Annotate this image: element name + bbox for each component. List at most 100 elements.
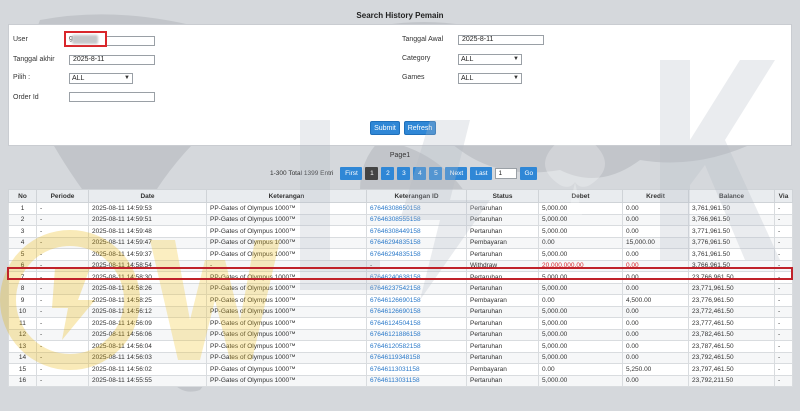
col-balance-cell: 3,766,961.50 (688, 213, 775, 226)
col-balance-cell: 3,766,961.50 (688, 259, 775, 272)
col-keterangan-id-cell: - (366, 259, 467, 272)
pager-next-button[interactable]: Next (445, 166, 468, 180)
col-periode-cell: - (36, 202, 89, 215)
table-row: 5-2025-08-11 14:59:37 PP-Gates of Olympus… (8, 248, 793, 261)
pager-page-4[interactable]: 4 (413, 166, 427, 180)
table-row: 7-2025-08-11 14:58:30 PP-Gates of Olympus… (8, 271, 793, 284)
col-balance-cell: 23,776,961.50 (688, 294, 775, 307)
chevron-down-icon: ▼ (124, 75, 130, 81)
tanggal-awal-input[interactable]: 2025-8-11 (458, 35, 544, 45)
col-kredit-cell: 0.00 (622, 282, 689, 295)
col-no-cell: 12 (8, 328, 37, 341)
user-label: User (13, 36, 28, 43)
col-keterangan-cell: PP-Gates of Olympus 1000™ (206, 225, 367, 238)
col-keterangan-cell: PP-Gates of Olympus 1000™ (206, 374, 367, 387)
col-via-cell: - (774, 259, 793, 272)
col-status-cell: Pertaruhan (466, 317, 539, 330)
col-keterangan-id-cell[interactable]: 67646126690158 (366, 294, 467, 307)
col-via-cell: - (774, 248, 793, 261)
col-debet-cell: 5,000.00 (538, 328, 623, 341)
col-keterangan-cell: PP-Gates of Olympus 1000™ (206, 271, 367, 284)
col-periode-cell: - (36, 363, 89, 376)
col-keterangan-id-cell[interactable]: 67646113031158 (366, 363, 467, 376)
col-keterangan-id-cell[interactable]: 67646121886158 (366, 328, 467, 341)
col-date-cell: 2025-08-11 14:58:30 (88, 271, 207, 284)
col-keterangan-id-cell[interactable]: 67646240638158 (366, 271, 467, 284)
pager-page-3[interactable]: 3 (397, 166, 411, 180)
table-row: 8-2025-08-11 14:58:26 PP-Gates of Olympus… (8, 282, 793, 295)
col-periode-cell: - (36, 328, 89, 341)
col-balance-cell: 23,792,461.50 (688, 351, 775, 364)
col-via-cell: - (774, 351, 793, 364)
order-id-input[interactable] (69, 92, 155, 102)
pager-last-button[interactable]: Last (470, 166, 493, 180)
col-periode-cell: - (36, 282, 89, 295)
col-date-cell: 2025-08-11 14:59:53 (88, 202, 207, 215)
col-keterangan-id-cell[interactable]: 67646126690158 (366, 305, 467, 318)
tanggal-akhir-input[interactable]: 2025-8-11 (69, 55, 155, 65)
col-kredit-header: Kredit (622, 189, 689, 203)
table-body: 1-2025-08-11 14:59:53 PP-Gates of Olympus… (8, 202, 793, 387)
col-date-header: Date (88, 189, 207, 203)
col-keterangan-id-cell[interactable]: 67646113031158 (366, 374, 467, 387)
table-row: 13-2025-08-11 14:56:04 PP-Gates of Olympu… (8, 340, 793, 353)
col-debet-cell: 5,000.00 (538, 340, 623, 353)
pager-info: 1-300 Total 1399 Entri (270, 169, 334, 177)
col-keterangan-id-cell[interactable]: 67646308555158 (366, 213, 467, 226)
games-label: Games (402, 74, 425, 81)
pager-first-button[interactable]: First (340, 166, 363, 180)
pager-goto-input[interactable]: 1 (495, 167, 518, 179)
col-periode-cell: - (36, 271, 89, 284)
col-keterangan-id-cell[interactable]: 67646120582158 (366, 340, 467, 353)
pilih-select[interactable]: ALL ▼ (69, 73, 133, 84)
col-keterangan-id-cell[interactable]: 67646294835158 (366, 248, 467, 261)
col-kredit-cell: 0.00 (622, 317, 689, 330)
col-status-cell: Pertaruhan (466, 305, 539, 318)
pager-page-5[interactable]: 5 (429, 166, 443, 180)
col-date-cell: 2025-08-11 14:56:06 (88, 328, 207, 341)
search-panel: User Tanggal Awal 2025-8-11 Tanggal akhi… (8, 24, 792, 146)
col-balance-cell: 3,776,961.50 (688, 236, 775, 249)
col-keterangan-id-cell[interactable]: 67646294835158 (366, 236, 467, 249)
col-keterangan-id-cell[interactable]: 67646308449158 (366, 225, 467, 238)
col-no-cell: 2 (8, 213, 37, 226)
col-periode-cell: - (36, 236, 89, 249)
col-no-cell: 10 (8, 305, 37, 318)
col-date-cell: 2025-08-11 14:56:09 (88, 317, 207, 330)
col-via-cell: - (774, 363, 793, 376)
col-balance-cell: 23,787,461.50 (688, 340, 775, 353)
pager-page-2[interactable]: 2 (381, 166, 395, 180)
col-keterangan-cell: PP-Gates of Olympus 1000™ (206, 294, 367, 307)
col-kredit-cell: 0.00 (622, 213, 689, 226)
col-via-cell: - (774, 282, 793, 295)
col-periode-cell: - (36, 294, 89, 307)
submit-button[interactable]: Submit (370, 121, 400, 135)
col-via-cell: - (774, 305, 793, 318)
table-row: 9-2025-08-11 14:58:25 PP-Gates of Olympus… (8, 294, 793, 307)
col-status-cell: Withdraw (466, 259, 539, 272)
category-select[interactable]: ALL ▼ (458, 54, 522, 65)
col-date-cell: 2025-08-11 14:56:12 (88, 305, 207, 318)
col-debet-cell: 5,000.00 (538, 202, 623, 215)
col-keterangan-id-cell[interactable]: 67646308650158 (366, 202, 467, 215)
games-select[interactable]: ALL ▼ (458, 73, 522, 84)
col-keterangan-id-cell[interactable]: 67646119348158 (366, 351, 467, 364)
table-row: 10-2025-08-11 14:56:12 PP-Gates of Olympu… (8, 305, 793, 318)
refresh-button[interactable]: Refresh (404, 121, 436, 135)
col-keterangan-cell: PP-Gates of Olympus 1000™ (206, 328, 367, 341)
col-balance-cell: 3,771,961.50 (688, 225, 775, 238)
col-keterangan-id-cell[interactable]: 67646237542158 (366, 282, 467, 295)
pager-go-button[interactable]: Go (520, 166, 538, 180)
table-row: 16-2025-08-11 14:55:55 PP-Gates of Olympu… (8, 374, 793, 387)
col-status-cell: Pertaruhan (466, 374, 539, 387)
col-debet-cell: 5,000.00 (538, 374, 623, 387)
pager-page-1[interactable]: 1 (365, 166, 379, 180)
col-kredit-cell: 15,000.00 (622, 236, 689, 249)
col-via-cell: - (774, 328, 793, 341)
col-date-cell: 2025-08-11 14:56:02 (88, 363, 207, 376)
col-no-cell: 1 (8, 202, 37, 215)
col-via-cell: - (774, 294, 793, 307)
col-via-header: Via (774, 189, 793, 203)
col-keterangan-id-cell[interactable]: 67646124504158 (366, 317, 467, 330)
pagination: 1-300 Total 1399 Entri First 1 2 3 4 5 N… (270, 166, 538, 180)
